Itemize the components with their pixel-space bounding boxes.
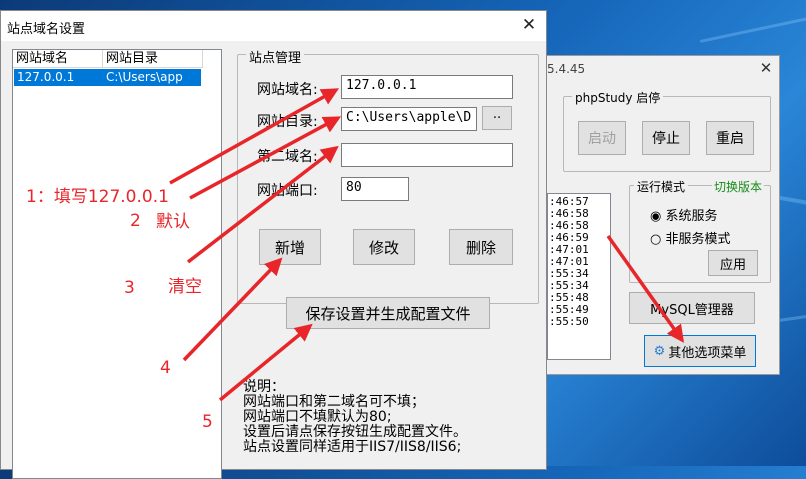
- annotation-step-1: 1：填写127.0.0.1: [26, 187, 169, 207]
- annotation-step-3-number: 3: [124, 278, 135, 298]
- arrow-to-other-options: [606, 234, 685, 343]
- annotation-step-4: 4: [160, 358, 171, 378]
- annotation-arrows: [169, 88, 685, 402]
- annotation-step-2-number: 2: [130, 211, 141, 231]
- annotation-step-2-text: 默认: [156, 212, 190, 232]
- arrow-to-save-button: [218, 323, 313, 402]
- arrow-to-second-domain-input: [186, 145, 339, 264]
- annotation-step-5: 5: [202, 412, 213, 432]
- annotation-step-3-text: 清空: [168, 277, 202, 297]
